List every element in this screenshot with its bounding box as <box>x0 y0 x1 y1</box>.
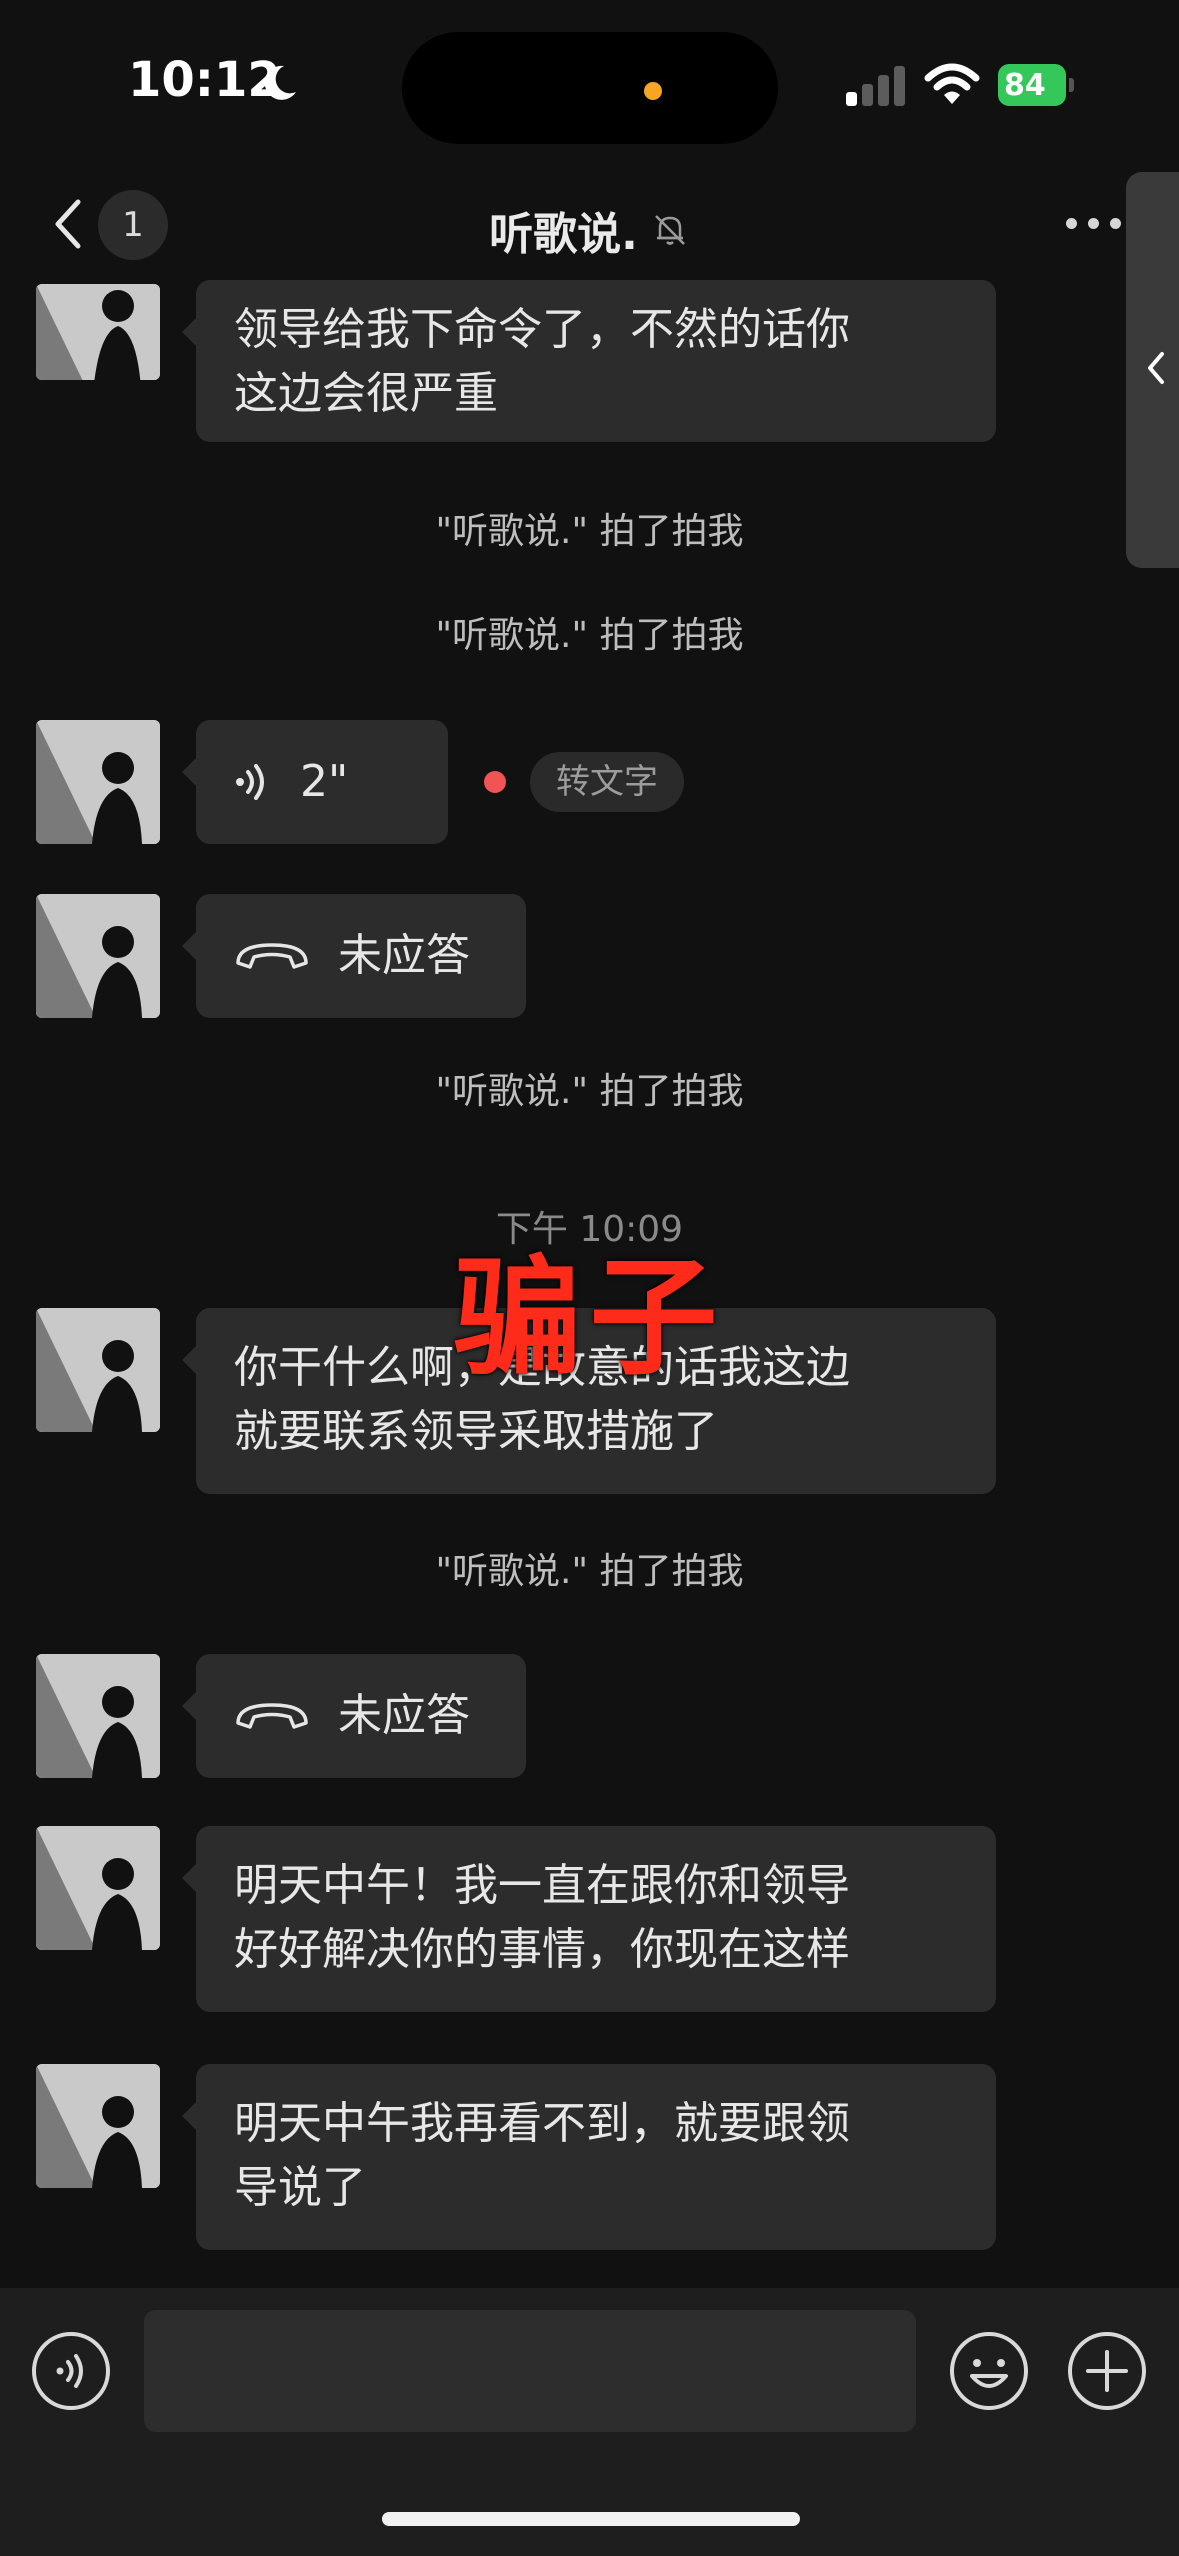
pat-notice: "听歌说." 拍了拍我 <box>435 1071 744 1112</box>
voice-toggle-icon[interactable] <box>30 2330 112 2412</box>
call-status-text: 未应答 <box>338 1690 470 1741</box>
message-text-line: 明天中午我再看不到，就要跟领 <box>234 2098 850 2149</box>
nav-bar: 1 听歌说. <box>0 170 1179 290</box>
message-bubble[interactable]: 明天中午！我一直在跟你和领导 好好解决你的事情，你现在这样 <box>182 1826 996 2012</box>
transcribe-button[interactable]: 转文字 <box>530 752 684 812</box>
contact-avatar[interactable] <box>36 894 160 1018</box>
missed-call-bubble[interactable]: 未应答 <box>182 1654 526 1778</box>
chat-title-container: 听歌说. <box>0 198 1179 262</box>
call-status-text: 未应答 <box>338 930 470 981</box>
wifi-icon <box>924 63 980 104</box>
pat-notice: "听歌说." 拍了拍我 <box>435 1551 744 1592</box>
moon-icon <box>264 65 296 100</box>
message-text-line: 就要联系领导采取措施了 <box>234 1406 718 1457</box>
voice-duration: 2" <box>300 756 349 807</box>
mute-bell-icon <box>654 215 685 245</box>
chat-title[interactable]: 听歌说. <box>489 198 638 262</box>
signal-icon <box>846 64 908 106</box>
message-text-line: 好好解决你的事情，你现在这样 <box>234 1924 850 1975</box>
contact-avatar[interactable] <box>36 1654 160 1778</box>
message-bubble[interactable]: 明天中午我再看不到，就要跟领 导说了 <box>182 2064 996 2250</box>
emoji-icon[interactable] <box>948 2330 1030 2412</box>
contact-avatar[interactable] <box>36 284 160 380</box>
pat-notice: "听歌说." 拍了拍我 <box>435 511 744 552</box>
message-bubble[interactable]: 领导给我下命令了，不然的话你 这边会很严重 <box>182 280 996 442</box>
scam-overlay-label: 骗子 <box>453 1244 726 1393</box>
battery-icon: 84 <box>998 64 1074 106</box>
input-bar <box>0 2288 1179 2556</box>
missed-call-bubble[interactable]: 未应答 <box>182 894 526 1018</box>
message-text-line: 领导给我下命令了，不然的话你 <box>234 304 850 355</box>
plus-icon[interactable] <box>1066 2330 1148 2412</box>
message-input[interactable] <box>144 2310 916 2432</box>
contact-avatar[interactable] <box>36 720 160 844</box>
voice-wave-icon <box>236 764 264 800</box>
message-text-line: 这边会很严重 <box>234 368 498 419</box>
message-text-line: 明天中午！我一直在跟你和领导 <box>234 1860 850 1911</box>
contact-avatar[interactable] <box>36 1826 160 1950</box>
contact-avatar[interactable] <box>36 2064 160 2188</box>
status-bar: 10:12 84 <box>0 0 1179 170</box>
phone-hangup-icon <box>236 943 308 969</box>
home-indicator[interactable] <box>382 2512 800 2526</box>
unread-voice-dot <box>484 771 506 793</box>
phone-hangup-icon <box>236 1703 308 1729</box>
more-icon[interactable] <box>1066 208 1126 238</box>
pat-notice: "听歌说." 拍了拍我 <box>435 615 744 656</box>
battery-level: 84 <box>1004 68 1046 103</box>
voice-message-bubble[interactable]: 2" <box>182 720 448 844</box>
chat-screen: 10:12 84 1 听歌说. 领导给我下命令了，不然的话你 这边会很严重 "听… <box>0 0 1179 2556</box>
dynamic-island <box>402 32 778 144</box>
message-text-line: 导说了 <box>234 2162 366 2213</box>
island-indicator-dot <box>644 82 662 100</box>
